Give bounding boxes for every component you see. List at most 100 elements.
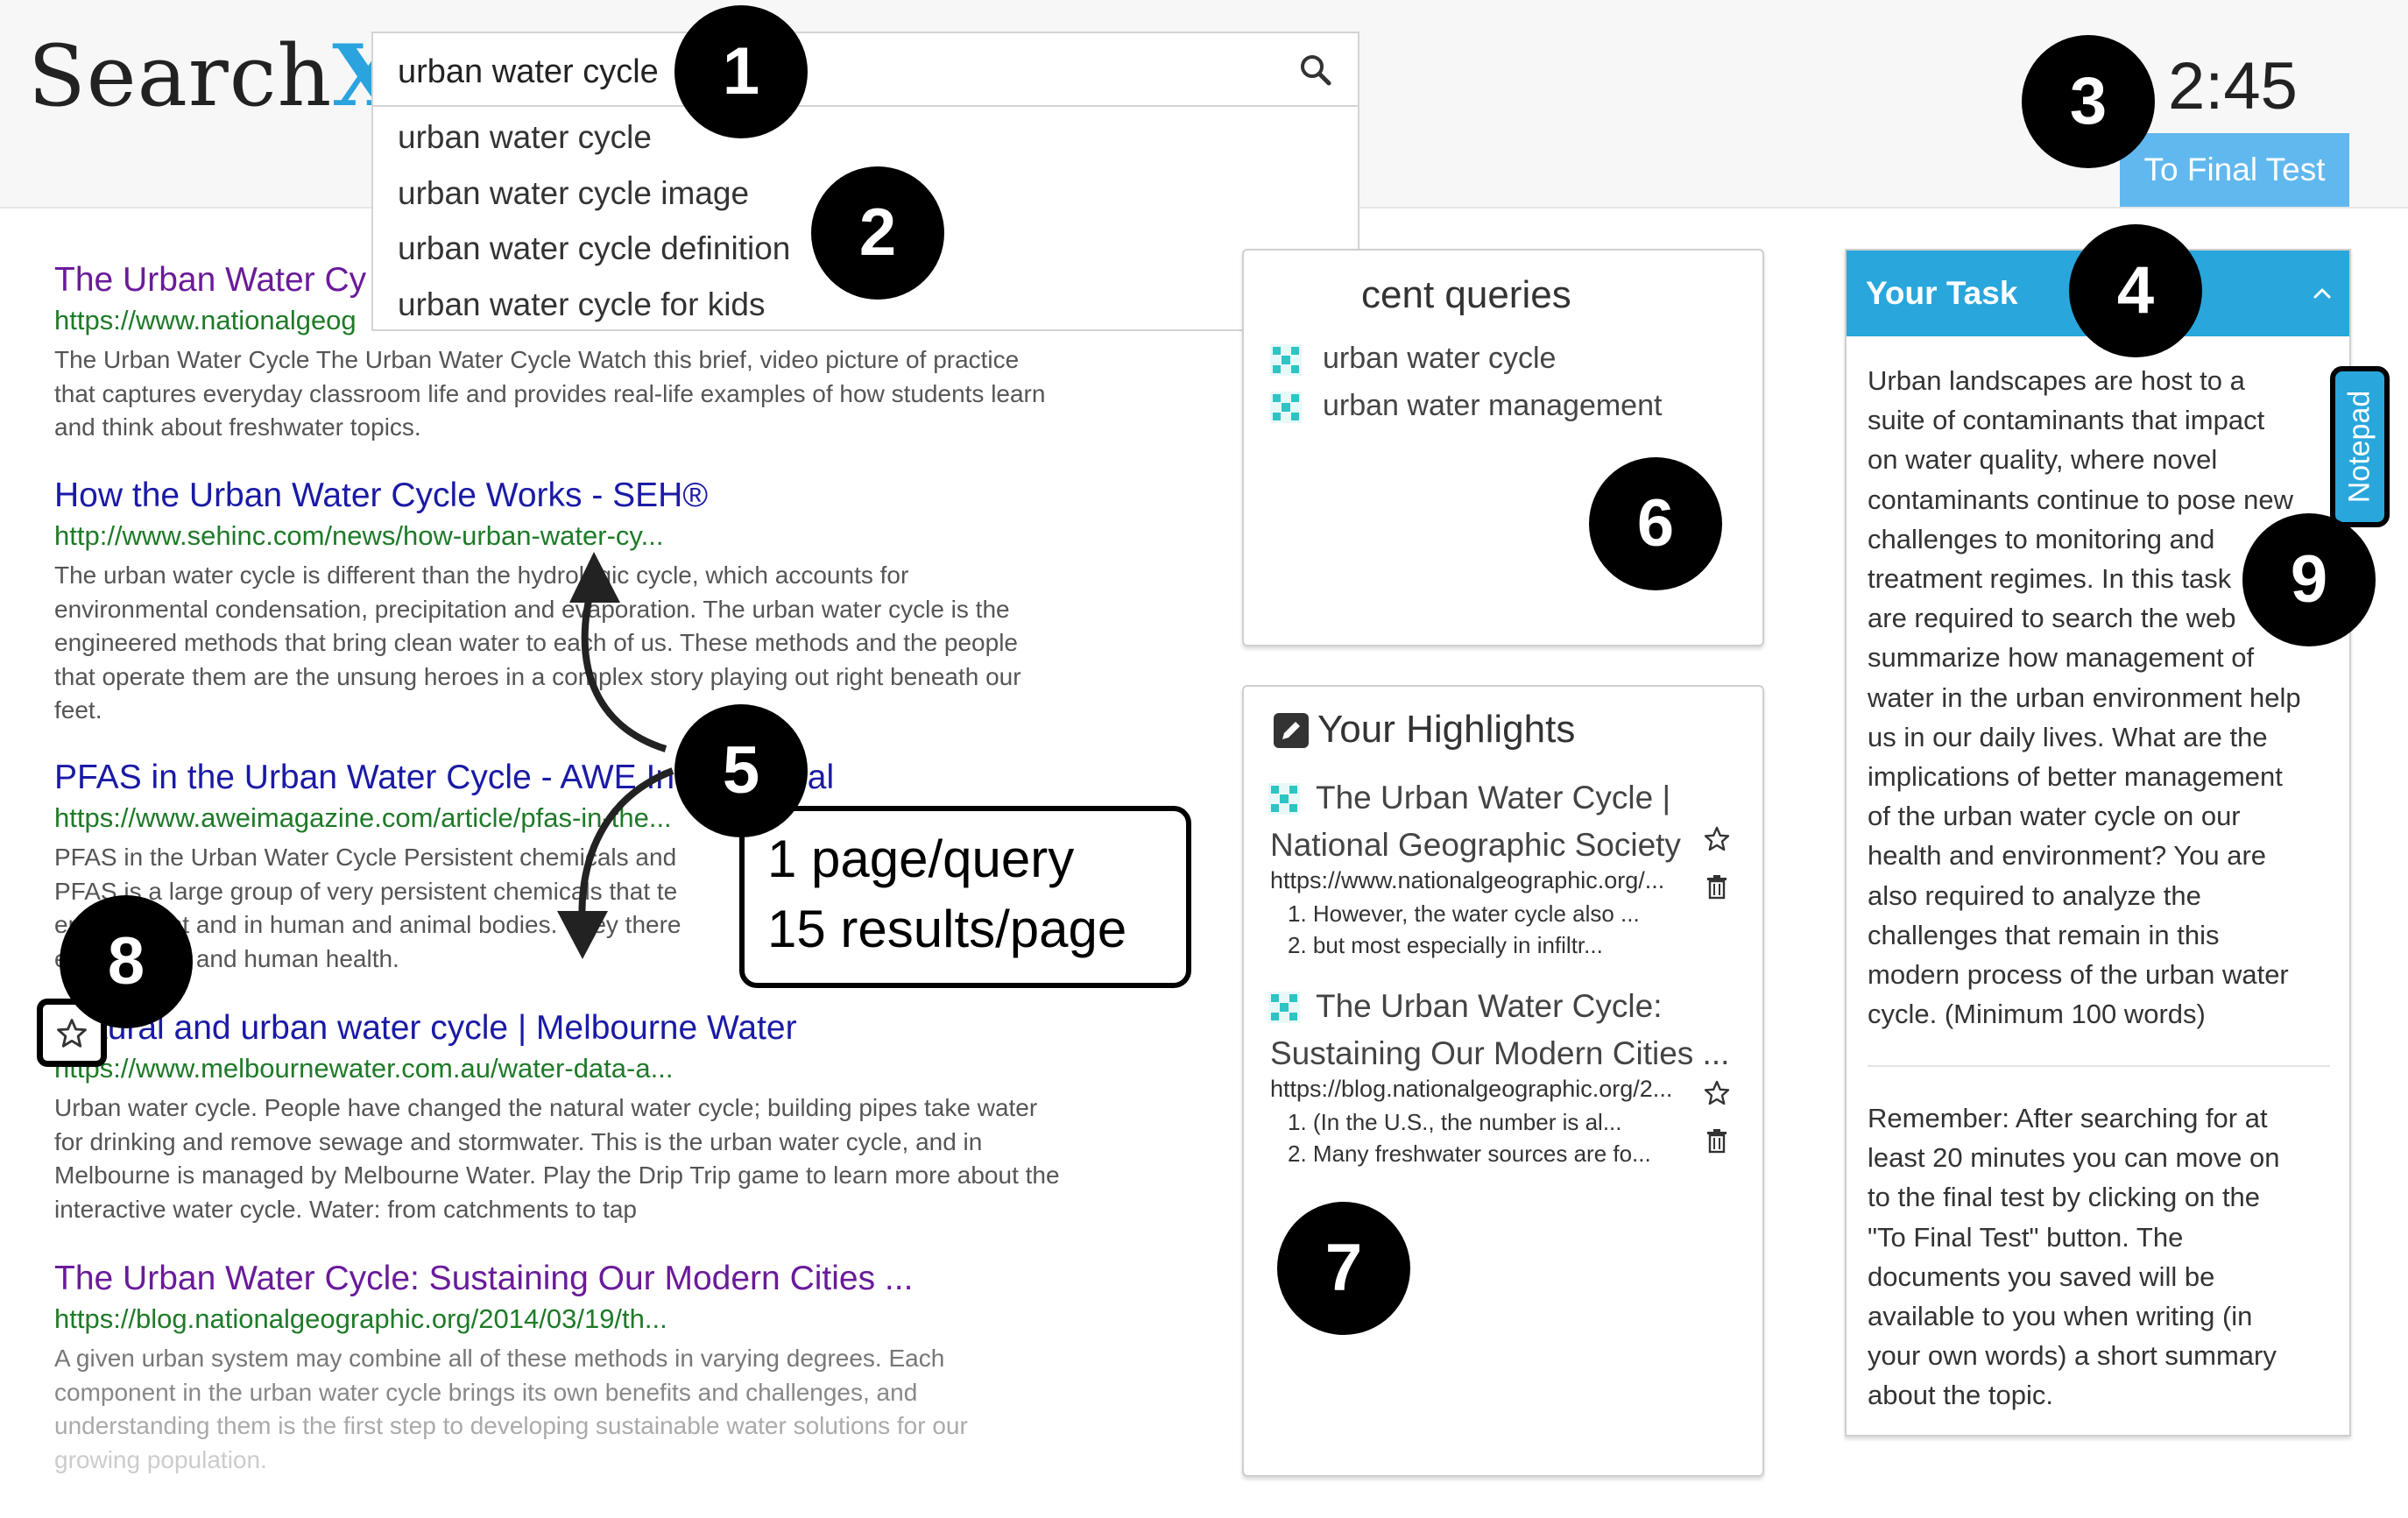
snippet-line: interactive water cycle. Water: from cat… xyxy=(54,1195,637,1223)
snippet-line: environmental condensation, precipitatio… xyxy=(54,595,1010,623)
task-line: challenges that remain in this xyxy=(1868,919,2220,950)
highlight-title-line: Sustaining Our Modern Cities ... xyxy=(1270,1035,1730,1071)
reminder-line: about the topic. xyxy=(1868,1380,2053,1411)
result-title[interactable]: The Urban Water Cycle: Sustaining Our Mo… xyxy=(54,1258,1193,1300)
annotation-badge: 7 xyxy=(1277,1202,1410,1335)
result-snippet: The urban water cycle is different than … xyxy=(54,559,1184,728)
reminder-line: to the final test by clicking on the xyxy=(1868,1182,2261,1213)
recent-query-label: urban water cycle xyxy=(1323,342,1557,375)
highlight-title-line: National Geographic Society xyxy=(1270,827,1681,863)
result-url: https://blog.nationalgeographic.org/2014… xyxy=(54,1303,667,1334)
snippet-line: that operate them are the unsung heroes … xyxy=(54,662,1021,690)
search-box xyxy=(371,32,1359,107)
snippet-line: understanding them is the first step to … xyxy=(54,1412,968,1439)
result-title[interactable]: Natural and urban water cycle | Melbourn… xyxy=(54,1007,1193,1049)
highlight-title[interactable]: The Urban Water Cycle: Sustaining Our Mo… xyxy=(1270,983,1761,1077)
suggestion-item[interactable]: urban water cycle for kids xyxy=(398,286,766,323)
logo[interactable]: SearchX xyxy=(28,26,399,125)
task-line: Urban landscapes are host to a xyxy=(1868,365,2245,396)
snippet-line: engineered methods that bring clean wate… xyxy=(54,629,1018,656)
annotation-badge: 4 xyxy=(2069,224,2202,357)
recent-query-label: urban water management xyxy=(1323,389,1663,422)
result-snippet: Urban water cycle. People have changed t… xyxy=(54,1091,1184,1226)
notepad-tab[interactable]: Notepad xyxy=(2330,366,2390,527)
pencil-icon xyxy=(1274,713,1309,748)
trash-icon[interactable] xyxy=(1703,872,1731,900)
task-line: water in the urban environment help xyxy=(1868,681,2301,713)
annotation-badge: 1 xyxy=(674,5,808,138)
result-item: Natural and urban water cycle | Melbourn… xyxy=(54,1007,1193,1226)
task-reminder: Remember: After searching for at least 2… xyxy=(1868,1098,2341,1416)
snippet-line: component in the urban water cycle bring… xyxy=(54,1378,918,1406)
result-item: The Urban Water Cycle: Sustaining Our Mo… xyxy=(54,1258,1193,1477)
search-input[interactable] xyxy=(396,46,1275,98)
recent-queries-title: cent queries xyxy=(1361,273,1571,316)
suggestion-item[interactable]: urban water cycle image xyxy=(398,175,749,212)
snippet-line: that captures everyday classroom life an… xyxy=(54,379,1046,407)
reminder-line: "To Final Test" button. The xyxy=(1868,1221,2184,1253)
highlight-snippet: 2. Many freshwater sources are fo... xyxy=(1288,1140,1651,1167)
chevron-up-icon[interactable] xyxy=(2311,282,2334,305)
divider xyxy=(1868,1065,2330,1067)
reminder-line: available to you when writing (in xyxy=(1868,1301,2253,1332)
recent-query-item[interactable]: urban water management xyxy=(1270,389,1663,424)
task-line: of the urban water cycle on our xyxy=(1868,801,2241,832)
timer: 2:45 xyxy=(2168,49,2298,124)
snippet-line: The Urban Water Cycle The Urban Water Cy… xyxy=(54,346,1020,373)
result-title[interactable]: PFAS in the Urban Water Cycle - AWE Inte… xyxy=(54,757,1193,799)
task-line: cycle. (Minimum 100 words) xyxy=(1868,999,2206,1030)
task-line: suite of contaminants that impact xyxy=(1868,405,2265,436)
result-snippet: The Urban Water Cycle The Urban Water Cy… xyxy=(54,343,1184,445)
callout-line: 15 results/page xyxy=(767,900,1127,958)
star-icon[interactable] xyxy=(1703,1079,1731,1107)
trash-icon[interactable] xyxy=(1703,1126,1731,1154)
result-title[interactable]: How the Urban Water Cycle Works - SEH® xyxy=(54,475,1193,517)
annotation-badge: 6 xyxy=(1589,457,1722,590)
final-test-button[interactable]: To Final Test xyxy=(2120,133,2349,207)
recent-query-item[interactable]: urban water cycle xyxy=(1270,342,1557,377)
star-icon xyxy=(57,1019,87,1048)
reminder-line: Remember: After searching for at xyxy=(1868,1103,2268,1133)
result-url: http://www.sehinc.com/news/how-urban-wat… xyxy=(54,520,664,551)
logo-text: Search xyxy=(28,27,333,125)
snippet-line: feet. xyxy=(54,696,102,724)
search-icon[interactable] xyxy=(1298,53,1333,88)
task-line: health and environment? You are xyxy=(1868,840,2267,872)
task-line: us in our daily lives. What are the xyxy=(1868,721,2268,752)
annotation-badge: 9 xyxy=(2242,513,2376,646)
callout-line: 1 page/query xyxy=(767,830,1075,888)
star-icon[interactable] xyxy=(1703,825,1731,853)
result-url: https://www.melbournewater.com.au/water-… xyxy=(54,1053,674,1084)
annotation-badge: 2 xyxy=(811,166,944,300)
task-line: also required to analyze the xyxy=(1868,879,2201,911)
highlight-snippet: 2. but most especially in infiltr... xyxy=(1288,932,1603,958)
highlight-snippet: 1. However, the water cycle also ... xyxy=(1288,900,1640,927)
result-item: How the Urban Water Cycle Works - SEH® h… xyxy=(54,475,1193,728)
highlights-panel: Your Highlights The Urban Water Cycle | … xyxy=(1242,685,1764,1477)
highlight-title[interactable]: The Urban Water Cycle | National Geograp… xyxy=(1270,774,1761,869)
annotation-badge: 5 xyxy=(674,704,808,837)
snippet-line: for drinking and remove sewage and storm… xyxy=(54,1127,983,1155)
task-description: Urban landscapes are host to a suite of … xyxy=(1868,361,2341,1034)
highlights-title: Your Highlights xyxy=(1317,708,1576,751)
task-line: contaminants continue to pose new xyxy=(1868,484,2293,515)
highlight-url: https://blog.nationalgeographic.org/2... xyxy=(1270,1076,1673,1102)
highlight-title-line: The Urban Water Cycle: xyxy=(1316,988,1663,1024)
highlight-snippet: 1. (In the U.S., the number is al... xyxy=(1288,1109,1622,1135)
annotation-badge: 3 xyxy=(2022,35,2155,168)
task-line: modern process of the urban water xyxy=(1868,959,2289,991)
task-line: on water quality, where novel xyxy=(1868,444,2218,476)
reminder-line: documents you saved will be xyxy=(1868,1260,2215,1292)
annotation-badge: 8 xyxy=(60,895,193,1028)
snippet-line: growing population. xyxy=(54,1445,267,1473)
snippet-line: and think about freshwater topics. xyxy=(54,413,421,441)
reminder-line: least 20 minutes you can move on xyxy=(1868,1142,2280,1174)
suggestion-item[interactable]: urban water cycle xyxy=(398,119,652,156)
favicon-icon xyxy=(1270,392,1302,424)
highlight-url: https://www.nationalgeographic.org/... xyxy=(1270,867,1665,893)
notepad-label: Notepad xyxy=(2342,390,2376,504)
snippet-line: A given urban system may combine all of … xyxy=(54,1345,945,1372)
suggestion-item[interactable]: urban water cycle definition xyxy=(398,230,790,267)
task-title: Your Task xyxy=(1866,275,2018,311)
task-line: implications of better management xyxy=(1868,761,2283,793)
